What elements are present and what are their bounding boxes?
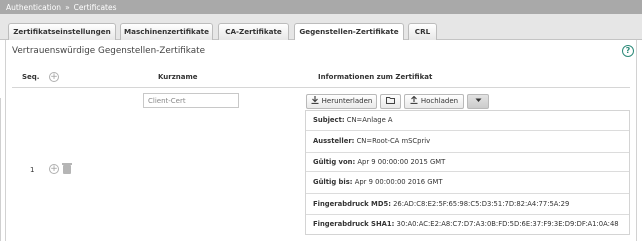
header-kurzname: Kurzname — [158, 73, 198, 81]
upload-icon — [410, 95, 418, 105]
row-seq: 1 — [30, 166, 35, 174]
tab-maschinenzertifikate[interactable]: Maschinenzertifikate — [120, 23, 213, 40]
breadcrumb-separator: » — [65, 3, 70, 12]
add-row-icon[interactable]: + — [49, 72, 59, 82]
section-title: Vertrauenswürdige Gegenstellen-Zertifika… — [12, 46, 205, 56]
cert-sha1: Fingerabdruck SHA1: 30:A0:AC:E2:A8:C7:D7… — [313, 220, 619, 228]
help-icon[interactable]: ? — [622, 45, 634, 57]
delete-icon[interactable] — [62, 163, 72, 174]
breadcrumb-current: Certificates — [73, 3, 117, 12]
header-seq: Seq. — [22, 73, 40, 81]
kurzname-input[interactable] — [143, 93, 239, 108]
header-divider — [12, 87, 630, 88]
download-button[interactable]: Herunterladen — [306, 94, 377, 109]
breadcrumb-root[interactable]: Authentication — [6, 3, 61, 12]
upload-label: Hochladen — [420, 97, 459, 105]
cert-subject: Subject: CN=Anlage A — [306, 111, 629, 131]
cert-issuer: Aussteller: CN=Root-CA mSCpriv — [306, 131, 629, 153]
header-info: Informationen zum Zertifikat — [318, 73, 433, 81]
upload-button[interactable]: Hochladen — [404, 94, 464, 109]
download-icon — [311, 96, 319, 105]
folder-icon — [386, 97, 395, 104]
tab-ca-zertifikate[interactable]: CA-Zertifikate — [218, 23, 289, 40]
tab-gegenstellen-zertifikate[interactable]: Gegenstellen-Zertifikate — [294, 23, 404, 41]
certificate-info: Subject: CN=Anlage A Aussteller: CN=Root… — [305, 110, 630, 235]
upload-dropdown-button[interactable] — [467, 94, 489, 109]
caret-down-icon — [475, 98, 481, 102]
tab-bar: Zertifikatseinstellungen Maschinenzertif… — [0, 14, 642, 41]
download-label: Herunterladen — [321, 97, 373, 105]
cert-md5: Fingerabdruck MD5: 26:AD:C8:E2:5F:65:98:… — [306, 194, 629, 215]
breadcrumb: Authentication » Certificates — [0, 0, 642, 14]
folder-button[interactable] — [380, 94, 401, 109]
cert-valid-from: Gültig von: Apr 9 00:00:00 2015 GMT — [306, 153, 629, 172]
tab-crl[interactable]: CRL — [408, 23, 437, 40]
tab-zertifikatseinstellungen[interactable]: Zertifikatseinstellungen — [8, 23, 116, 40]
cert-valid-to: Gültig bis: Apr 9 00:00:00 2016 GMT — [306, 172, 629, 194]
left-border — [0, 98, 1, 241]
insert-row-icon[interactable]: + — [49, 164, 59, 174]
